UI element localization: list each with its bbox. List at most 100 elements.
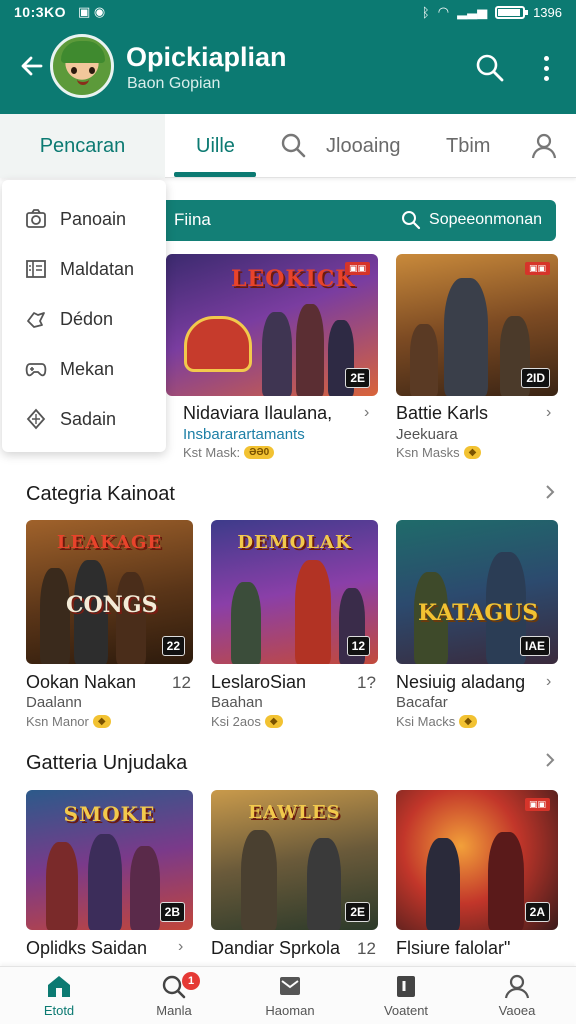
card-title[interactable]: LeslaroSian <box>211 672 306 693</box>
card-title[interactable]: Oplidks Saidan <box>26 938 147 959</box>
search-button[interactable] <box>472 50 508 86</box>
tab-tbim[interactable]: Tbim <box>446 114 490 178</box>
filter-label: Fiina <box>174 210 211 229</box>
card-meta: Ksn Manor ◆ <box>26 714 111 729</box>
menu-item-maldatan[interactable]: Maldatan <box>2 244 166 294</box>
card-number: 1? <box>357 673 376 692</box>
chevron-right-icon[interactable]: › <box>546 404 551 422</box>
more-dot <box>543 75 549 81</box>
warrior-figure <box>444 278 488 396</box>
card-logo-text: LEOKICK <box>230 266 356 292</box>
status-time: 10:3KO <box>14 4 67 20</box>
filter-search-label: Sopeeonmonan <box>429 211 542 228</box>
game-card-image[interactable]: SMOKE 2B <box>26 790 193 930</box>
nav-item-profile[interactable]: Vaoea <box>467 973 567 1024</box>
back-button[interactable] <box>14 48 50 84</box>
card-title[interactable]: Battie Karls <box>396 403 488 424</box>
warrior-figure <box>426 838 460 930</box>
tab-pencaran[interactable]: Pencaran <box>0 114 165 178</box>
nav-label: Manla <box>156 1003 192 1018</box>
card-subtitle[interactable]: Insbararartamants <box>183 426 305 443</box>
card-title[interactable]: Ookan Nakan <box>26 672 136 693</box>
warrior-figure <box>116 572 146 664</box>
menu-item-sadain[interactable]: Sadain <box>2 394 166 444</box>
nav-item-library[interactable]: Voatent <box>356 973 456 1024</box>
chevron-right-icon[interactable]: › <box>178 938 183 956</box>
status-clock-right: 1396 <box>533 4 562 20</box>
coin-icon: ◆ <box>264 715 283 728</box>
tab-search-icon[interactable] <box>278 130 310 162</box>
notification-icons: ▣ ◉ <box>78 4 106 19</box>
app-subtitle: Baon Gopian <box>127 75 221 92</box>
menu-item-mekan[interactable]: Mekan <box>2 344 166 394</box>
warrior-figure <box>307 838 341 930</box>
card-title[interactable]: Nidaviara Ilaulana, <box>183 403 332 424</box>
warrior-figure <box>488 832 524 930</box>
camera-icon <box>26 209 46 228</box>
filter-search[interactable]: Sopeeonmonan <box>401 210 542 230</box>
warrior-figure <box>130 846 160 930</box>
nav-item-inbox[interactable]: Haoman <box>240 973 340 1024</box>
section-title: Categria Kainoat <box>26 483 175 505</box>
car-figure <box>184 316 252 372</box>
game-card-image[interactable]: KATAGUS IAE <box>396 520 558 664</box>
card-meta-text: Ksn Masks <box>396 445 460 460</box>
card-corner-badge: ▣▣ <box>524 798 550 811</box>
card-meta: Ksn Masks ◆ <box>396 445 482 460</box>
nav-item-home[interactable]: Etotd <box>9 973 109 1024</box>
coin-icon: ◆ <box>92 715 111 728</box>
menu-item-dedon[interactable]: Dédon <box>2 294 166 344</box>
bluetooth-icon: ᛒ <box>421 4 430 20</box>
chevron-right-icon[interactable]: › <box>546 673 551 691</box>
card-badge: IAE <box>519 636 550 656</box>
game-card-image[interactable]: DEMOLAK 12 <box>211 520 378 664</box>
card-subtitle: Baahan <box>211 694 263 711</box>
game-card-image[interactable]: ▣▣ 2A <box>396 790 558 930</box>
warrior-figure <box>295 560 331 664</box>
coin-icon: ƏƏ0 <box>244 446 275 459</box>
more-options-button[interactable] <box>532 50 560 86</box>
more-dot <box>543 65 549 71</box>
battery-fill <box>498 8 521 16</box>
game-card-image[interactable]: LEAKAGE CONGS 22 <box>26 520 193 664</box>
card-badge: 2B <box>159 902 185 922</box>
card-logo-text: DEMOLAK <box>237 532 352 553</box>
card-corner-badge: ▣▣ <box>344 262 370 275</box>
avatar-mouth <box>77 79 89 85</box>
card-badge: 2ID <box>521 368 550 388</box>
profile-icon[interactable] <box>528 130 560 162</box>
filter-bar[interactable]: Fiina Sopeeonmonan <box>160 200 556 241</box>
warrior-figure <box>296 304 324 396</box>
chevron-right-icon[interactable] <box>540 748 560 772</box>
signal-icon: ▂▃▅ <box>457 4 488 19</box>
tab-uille[interactable]: Uille <box>196 114 235 178</box>
game-card-image[interactable]: ▣▣ 2ID <box>396 254 558 396</box>
nav-item-search[interactable]: 1 Manla <box>124 972 224 1024</box>
card-badge: 2E <box>345 368 370 388</box>
menu-item-label: Sadain <box>60 408 117 429</box>
tab-jlooaing[interactable]: Jlooaing <box>326 114 401 178</box>
wifi-icon: ◠ <box>437 4 450 19</box>
coin-icon: ◆ <box>459 715 477 728</box>
card-number: 12 <box>357 939 376 958</box>
avatar-eye <box>71 67 77 74</box>
home-icon <box>48 976 70 997</box>
avatar[interactable] <box>50 34 114 98</box>
chevron-right-icon[interactable]: › <box>364 404 369 422</box>
status-right: ᛒ ◠ ▂▃▅ 1396 <box>422 4 562 20</box>
nav-label: Voatent <box>383 1003 429 1018</box>
card-meta: Ksi 2aos ◆ <box>211 714 283 729</box>
chevron-right-icon[interactable] <box>540 480 560 504</box>
card-corner-badge: ▣▣ <box>524 262 550 275</box>
card-title[interactable]: Nesiuig aladang <box>396 672 525 693</box>
card-meta-text: Ksi 2aos <box>211 714 261 729</box>
card-title[interactable]: Flsiure falolar" <box>396 938 510 959</box>
game-card-image[interactable]: EAWLES 2E <box>211 790 378 930</box>
card-logo-text: EAWLES <box>248 802 341 823</box>
menu-item-panoain[interactable]: Panoain <box>2 194 166 244</box>
card-meta-text: Ksi Macks <box>396 714 456 729</box>
card-title[interactable]: Dandiar Sprkola <box>211 938 340 959</box>
warrior-figure <box>231 582 261 664</box>
game-card-image[interactable]: LEOKICK ▣▣ 2E <box>166 254 378 396</box>
nav-label: Vaoea <box>498 1003 536 1018</box>
